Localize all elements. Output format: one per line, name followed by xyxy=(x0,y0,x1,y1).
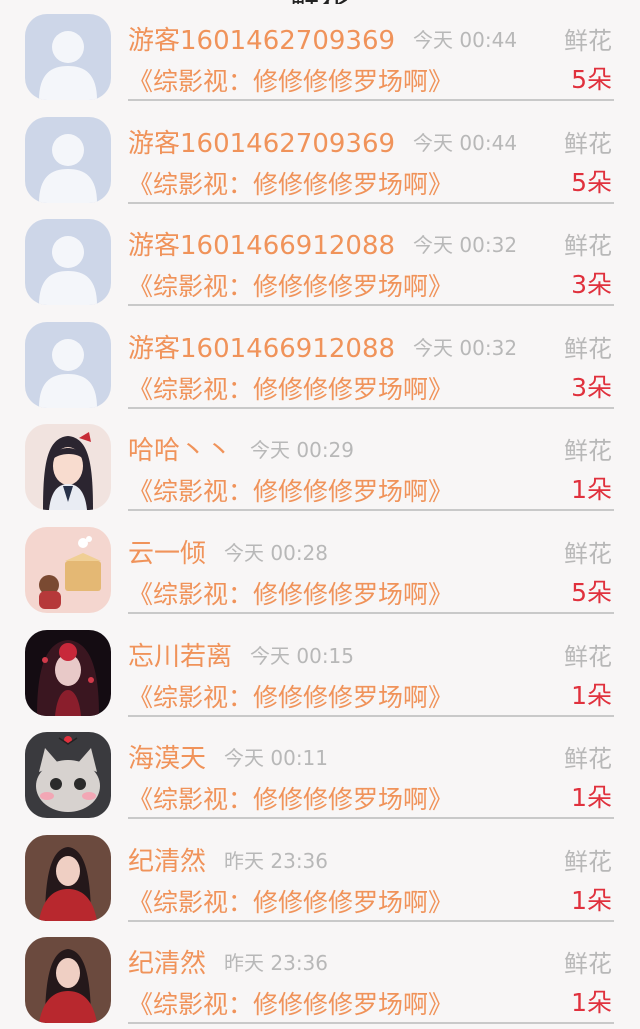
work-title[interactable]: 《综影视：修修修修罗场啊》 xyxy=(128,267,453,303)
red-dress-avatar[interactable] xyxy=(25,937,111,1024)
gift-type-label: 鲜花 xyxy=(564,847,612,876)
row-divider xyxy=(128,611,614,614)
work-title[interactable]: 《综影视：修修修修罗场啊》 xyxy=(128,780,453,816)
work-title[interactable]: 《综影视：修修修修罗场啊》 xyxy=(128,62,453,98)
user-name: 纪清然 昨天 23:36 xyxy=(128,841,328,878)
gift-type-label: 鲜花 xyxy=(564,745,612,774)
default-avatar[interactable] xyxy=(25,116,111,203)
row-divider xyxy=(128,817,614,820)
anime-girl-avatar[interactable] xyxy=(25,424,111,511)
flower-amount: 3朵 xyxy=(571,372,612,402)
cat-avatar[interactable] xyxy=(25,732,111,819)
timestamp: 今天 00:28 xyxy=(224,540,329,565)
timestamp: 今天 00:15 xyxy=(250,643,355,668)
gift-type-label: 鲜花 xyxy=(564,129,612,158)
gift-type-label: 鲜花 xyxy=(564,642,612,671)
gift-type-label: 鲜花 xyxy=(564,27,612,55)
list-item[interactable]: 游客1601466912088 今天 00:32 鲜花 《综影视：修修修修罗场啊》… xyxy=(0,308,640,411)
flower-amount: 1朵 xyxy=(571,680,612,710)
list-item[interactable]: 哈哈丶丶 今天 00:29 鲜花 《综影视：修修修修罗场啊》 1朵 xyxy=(0,410,640,513)
red-dress-avatar[interactable] xyxy=(25,834,111,921)
flower-amount: 5朵 xyxy=(571,65,612,94)
default-avatar[interactable] xyxy=(25,219,111,306)
illustration-avatar[interactable] xyxy=(25,526,111,613)
flower-amount: 1朵 xyxy=(571,988,612,1018)
user-name-text: 忘川若离 xyxy=(128,641,233,672)
timestamp: 今天 00:11 xyxy=(224,746,329,771)
work-title[interactable]: 《综影视：修修修修罗场啊》 xyxy=(128,985,453,1021)
user-name-text: 游客1601462709369 xyxy=(128,26,396,56)
row-divider xyxy=(128,919,614,922)
list-item[interactable]: 海漠天 今天 00:11 鲜花 《综影视：修修修修罗场啊》 1朵 xyxy=(0,718,640,821)
user-name: 纪清然 昨天 23:36 xyxy=(128,943,328,980)
timestamp: 昨天 23:36 xyxy=(224,951,329,976)
gift-type-label: 鲜花 xyxy=(564,232,612,261)
flower-amount: 3朵 xyxy=(571,270,612,300)
flower-amount: 1朵 xyxy=(571,885,612,915)
user-name: 游客1601462709369 今天 00:44 xyxy=(128,20,517,57)
user-name-text: 海漠天 xyxy=(128,744,207,775)
work-title[interactable]: 《综影视：修修修修罗场啊》 xyxy=(128,370,453,406)
timestamp: 今天 00:44 xyxy=(413,28,518,52)
timestamp: 昨天 23:36 xyxy=(224,848,329,873)
flower-amount: 1朵 xyxy=(571,475,612,505)
flower-gift-list: 游客1601462709369 今天 00:44 鲜花 《综影视：修修修修罗场啊》… xyxy=(0,0,640,1026)
timestamp: 今天 00:44 xyxy=(413,130,518,155)
list-item[interactable]: 游客1601466912088 今天 00:32 鲜花 《综影视：修修修修罗场啊》… xyxy=(0,205,640,308)
list-item[interactable]: 游客1601462709369 今天 00:44 鲜花 《综影视：修修修修罗场啊》… xyxy=(0,103,640,206)
gift-type-label: 鲜花 xyxy=(564,950,612,979)
work-title[interactable]: 《综影视：修修修修罗场啊》 xyxy=(128,165,453,201)
user-name: 哈哈丶丶 今天 00:29 xyxy=(128,430,354,467)
work-title[interactable]: 《综影视：修修修修罗场啊》 xyxy=(128,883,453,919)
user-name: 海漠天 今天 00:11 xyxy=(128,738,328,775)
timestamp: 今天 00:32 xyxy=(413,335,518,360)
list-item[interactable]: 云一倾 今天 00:28 鲜花 《综影视：修修修修罗场啊》 5朵 xyxy=(0,513,640,616)
user-name: 游客1601466912088 今天 00:32 xyxy=(128,328,517,365)
gift-type-label: 鲜花 xyxy=(564,539,612,568)
gift-type-label: 鲜花 xyxy=(564,334,612,363)
row-divider xyxy=(128,406,614,409)
row-divider xyxy=(128,99,614,101)
row-divider xyxy=(128,201,614,204)
user-name-text: 游客1601466912088 xyxy=(128,333,396,364)
user-name-text: 哈哈丶丶 xyxy=(128,436,233,467)
list-item[interactable]: 游客1601462709369 今天 00:44 鲜花 《综影视：修修修修罗场啊》… xyxy=(0,0,640,103)
user-name: 云一倾 今天 00:28 xyxy=(128,533,328,570)
row-divider xyxy=(128,714,614,717)
flower-amount: 5朵 xyxy=(571,167,612,197)
timestamp: 今天 00:29 xyxy=(250,438,355,463)
user-name: 忘川若离 今天 00:15 xyxy=(128,636,354,673)
user-name-text: 游客1601462709369 xyxy=(128,128,396,159)
row-divider xyxy=(128,509,614,512)
user-name-text: 纪清然 xyxy=(128,846,207,877)
default-avatar[interactable] xyxy=(25,14,111,100)
user-name-text: 纪清然 xyxy=(128,949,207,980)
row-divider xyxy=(128,1022,614,1025)
row-divider xyxy=(128,304,614,307)
timestamp: 今天 00:32 xyxy=(413,233,518,258)
user-name-text: 游客1601466912088 xyxy=(128,231,396,262)
work-title[interactable]: 《综影视：修修修修罗场啊》 xyxy=(128,472,453,508)
default-avatar[interactable] xyxy=(25,321,111,408)
gift-type-label: 鲜花 xyxy=(564,437,612,466)
list-item[interactable]: 纪清然 昨天 23:36 鲜花 《综影视：修修修修罗场啊》 1朵 xyxy=(0,923,640,1026)
user-name-text: 云一倾 xyxy=(128,538,207,569)
list-item[interactable]: 纪清然 昨天 23:36 鲜花 《综影视：修修修修罗场啊》 1朵 xyxy=(0,821,640,924)
list-item[interactable]: 忘川若离 今天 00:15 鲜花 《综影视：修修修修罗场啊》 1朵 xyxy=(0,616,640,719)
work-title[interactable]: 《综影视：修修修修罗场啊》 xyxy=(128,575,453,611)
flower-amount: 1朵 xyxy=(571,783,612,813)
user-name: 游客1601466912088 今天 00:32 xyxy=(128,225,517,262)
dark-anime-avatar[interactable] xyxy=(25,629,111,716)
work-title[interactable]: 《综影视：修修修修罗场啊》 xyxy=(128,678,453,714)
flower-amount: 5朵 xyxy=(571,577,612,607)
user-name: 游客1601462709369 今天 00:44 xyxy=(128,123,517,160)
